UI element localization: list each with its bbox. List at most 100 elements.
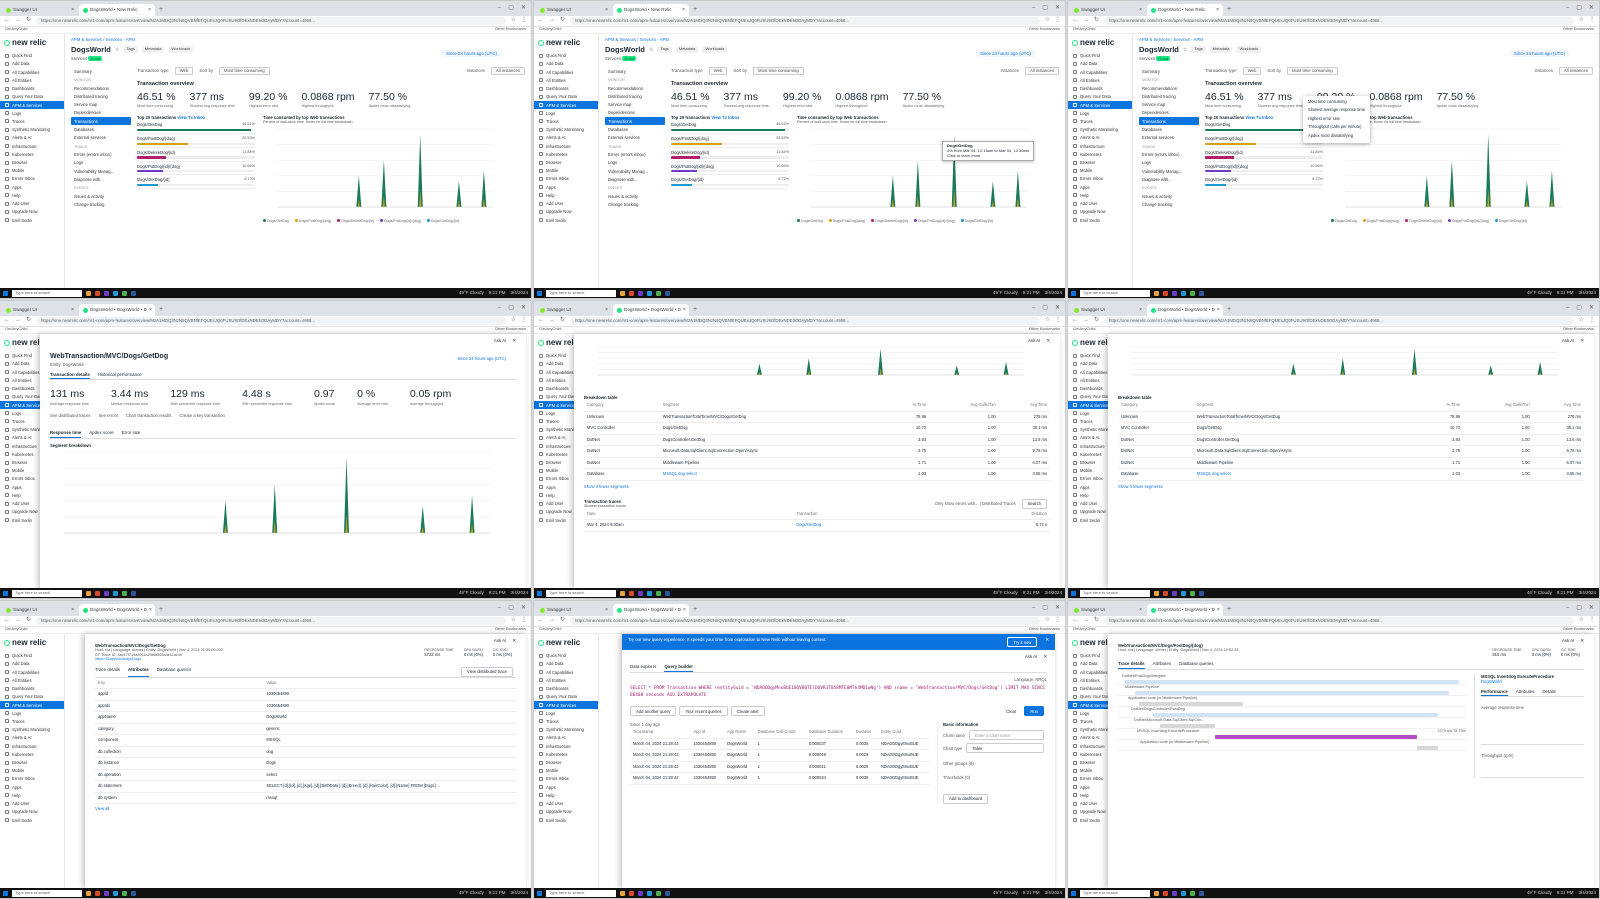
transaction-row[interactable]: Dogs/PutDog/{id}/{dog} 10.66% xyxy=(137,162,255,176)
maximize-icon[interactable]: ▢ xyxy=(1576,605,1582,612)
sidebar-item[interactable]: Query Your Data xyxy=(534,693,598,701)
minimize-icon[interactable]: – xyxy=(1032,5,1035,12)
subnav-item[interactable]: Service map xyxy=(605,101,665,109)
browser-tab-newrelic[interactable]: DogsWorld • DogsWorld • D × xyxy=(1147,304,1223,316)
browser-tab-newrelic[interactable]: DogsWorld • New Relic × xyxy=(613,4,689,16)
transaction-row[interactable]: Dogs/GetDog/{id} 8.72% xyxy=(671,175,789,190)
kpi-tile[interactable]: 77.50 % Apdex most dissatisfying xyxy=(1437,91,1479,110)
forward-icon[interactable]: → xyxy=(15,617,21,624)
close-icon[interactable]: × xyxy=(148,7,151,13)
browser-tab-swagger[interactable]: Swagger UI × xyxy=(536,604,612,616)
edge-icon[interactable] xyxy=(647,590,652,596)
sidebar-item[interactable]: Browser xyxy=(0,758,64,766)
close-icon[interactable]: × xyxy=(1217,607,1220,613)
new-tab-icon[interactable]: + xyxy=(690,606,700,616)
windows-start-icon[interactable] xyxy=(3,890,8,896)
column-header[interactable]: Database Call Count xyxy=(754,727,806,739)
menu-dots-icon[interactable]: ⋮ xyxy=(521,317,527,324)
subnav-item[interactable]: Vulnerability Manag... xyxy=(1139,167,1199,175)
new-tab-icon[interactable]: + xyxy=(1224,306,1234,316)
subnav-item[interactable]: Diagnose with... xyxy=(71,175,131,183)
trace-tab[interactable]: Trace details xyxy=(95,667,120,677)
sidebar-item[interactable]: Logs xyxy=(1068,109,1132,117)
browser-tab-swagger[interactable]: Swagger UI × xyxy=(1070,4,1146,16)
star-icon[interactable]: ☆ xyxy=(1579,617,1584,624)
visual-studio-icon[interactable] xyxy=(1172,590,1177,596)
close-icon[interactable]: ✕ xyxy=(1046,338,1050,343)
sidebar-item[interactable]: Kubernetes xyxy=(1068,150,1132,158)
subnav-item[interactable]: Issues & activity xyxy=(71,192,131,200)
transaction-type-select[interactable]: Web xyxy=(1242,66,1262,76)
table-row[interactable]: Database MSSQL dog select 1.03 1.00 3.65 ms xyxy=(1118,468,1584,481)
waterfall-row[interactable]: Application code (in Middleware Pipeline… xyxy=(1118,696,1466,707)
sidebar-item[interactable]: Dashboards xyxy=(1068,84,1132,92)
column-header[interactable]: Avg Time xyxy=(998,400,1050,412)
transaction-row[interactable]: Dogs/DeleteDog/{id} 11.84% xyxy=(1205,148,1323,162)
close-window-icon[interactable]: ✕ xyxy=(521,5,526,12)
subnav-item[interactable]: Diagnose with... xyxy=(605,175,665,183)
back-icon[interactable]: ← xyxy=(538,317,544,324)
sidebar-item[interactable]: Upgrade Now xyxy=(534,208,598,216)
query-tab[interactable]: Data explorer xyxy=(630,664,656,672)
breadcrumb[interactable]: APM & Services / Services - APM xyxy=(71,37,525,42)
column-header[interactable]: Timestamp xyxy=(630,727,691,739)
visual-studio-icon[interactable] xyxy=(104,290,109,296)
close-window-icon[interactable]: ✕ xyxy=(1589,305,1594,312)
subnav-item[interactable]: Summary xyxy=(1139,67,1199,75)
forward-icon[interactable]: → xyxy=(549,617,555,624)
new-tab-icon[interactable]: + xyxy=(156,306,166,316)
close-icon[interactable]: × xyxy=(605,307,608,313)
new-tab-icon[interactable]: + xyxy=(690,6,700,16)
back-icon[interactable]: ← xyxy=(1072,17,1078,24)
reload-icon[interactable]: ↻ xyxy=(1094,317,1099,324)
reload-icon[interactable]: ↻ xyxy=(1094,17,1099,24)
sort-by-select[interactable]: Most time consuming xyxy=(1287,66,1338,76)
maximize-icon[interactable]: ▢ xyxy=(508,605,514,612)
show-fewer-link[interactable]: Show 3 fewer segments xyxy=(1118,484,1584,489)
app-icon[interactable] xyxy=(1163,590,1168,596)
column-header[interactable]: Date xyxy=(584,508,794,521)
subnav-item[interactable]: Databases xyxy=(605,125,665,133)
sidebar-item[interactable]: Alerts & AI xyxy=(1068,134,1132,142)
subnav-item[interactable]: Dependencies xyxy=(605,109,665,117)
ask-ai-button[interactable]: Ask AI xyxy=(494,638,506,643)
trace-tab[interactable]: Database queries xyxy=(157,667,191,677)
sidebar-item[interactable]: All Capabilities xyxy=(0,68,64,76)
visual-studio-icon[interactable] xyxy=(638,890,643,896)
word-icon[interactable] xyxy=(131,590,136,596)
sidebar-item[interactable]: Add Data xyxy=(534,660,598,668)
legend-item[interactable]: Dogs/PutDog/{id}/{dog} xyxy=(913,218,955,223)
url-field[interactable]: https://one.newrelic.com/nr1-core/apm-fe… xyxy=(1104,317,1574,325)
sidebar-item[interactable]: Query Your Data xyxy=(534,93,598,101)
span-tab[interactable]: Details xyxy=(1542,689,1555,697)
close-icon[interactable]: × xyxy=(1216,7,1219,13)
browser-tab-newrelic[interactable]: DogsWorld • DogsWorld • D × xyxy=(79,604,155,616)
waterfall-row[interactable]: Middleware Pipeline xyxy=(1118,685,1466,696)
browser-tab-swagger[interactable]: Swagger UI × xyxy=(1070,304,1146,316)
sidebar-item[interactable]: Add User xyxy=(1068,200,1132,208)
transaction-row[interactable]: Dogs/PutDog/{id}/{dog} 10.66% xyxy=(1205,162,1323,176)
sidebar-item[interactable]: Emil Sedin xyxy=(534,216,598,224)
area-chart[interactable] xyxy=(1331,125,1593,217)
instances-select[interactable]: All instances xyxy=(1558,66,1593,76)
instances-select[interactable]: All instances xyxy=(490,66,525,76)
sort-option[interactable]: Most time consuming xyxy=(1303,98,1370,107)
table-row[interactable]: MVC Controller Dogs/GetDog 10.72 1.00 38.1 m… xyxy=(584,422,1050,435)
column-header[interactable]: Transaction xyxy=(793,508,945,521)
taskbar-search[interactable]: Type here to search xyxy=(1080,589,1150,597)
file-explorer-icon[interactable] xyxy=(86,590,91,596)
sidebar-item[interactable]: Kubernetes xyxy=(0,750,64,758)
sidebar-item[interactable]: APM & Services xyxy=(1068,100,1132,110)
tags-button[interactable]: Tags xyxy=(657,46,672,54)
close-icon[interactable]: ✕ xyxy=(1043,654,1047,659)
word-icon[interactable] xyxy=(1199,890,1204,896)
sidebar-item[interactable]: Add User xyxy=(0,200,64,208)
subnav-item[interactable]: Transactions xyxy=(1139,116,1199,126)
maximize-icon[interactable]: ▢ xyxy=(1042,5,1048,12)
visual-studio-icon[interactable] xyxy=(638,290,643,296)
app-icon[interactable] xyxy=(629,890,634,896)
visual-studio-icon[interactable] xyxy=(104,590,109,596)
workloads-button[interactable]: Workloads xyxy=(168,46,194,54)
url-field[interactable]: https://one.newrelic.com/nr1-core/apm-fe… xyxy=(570,17,1040,25)
windows-start-icon[interactable] xyxy=(1071,290,1076,296)
